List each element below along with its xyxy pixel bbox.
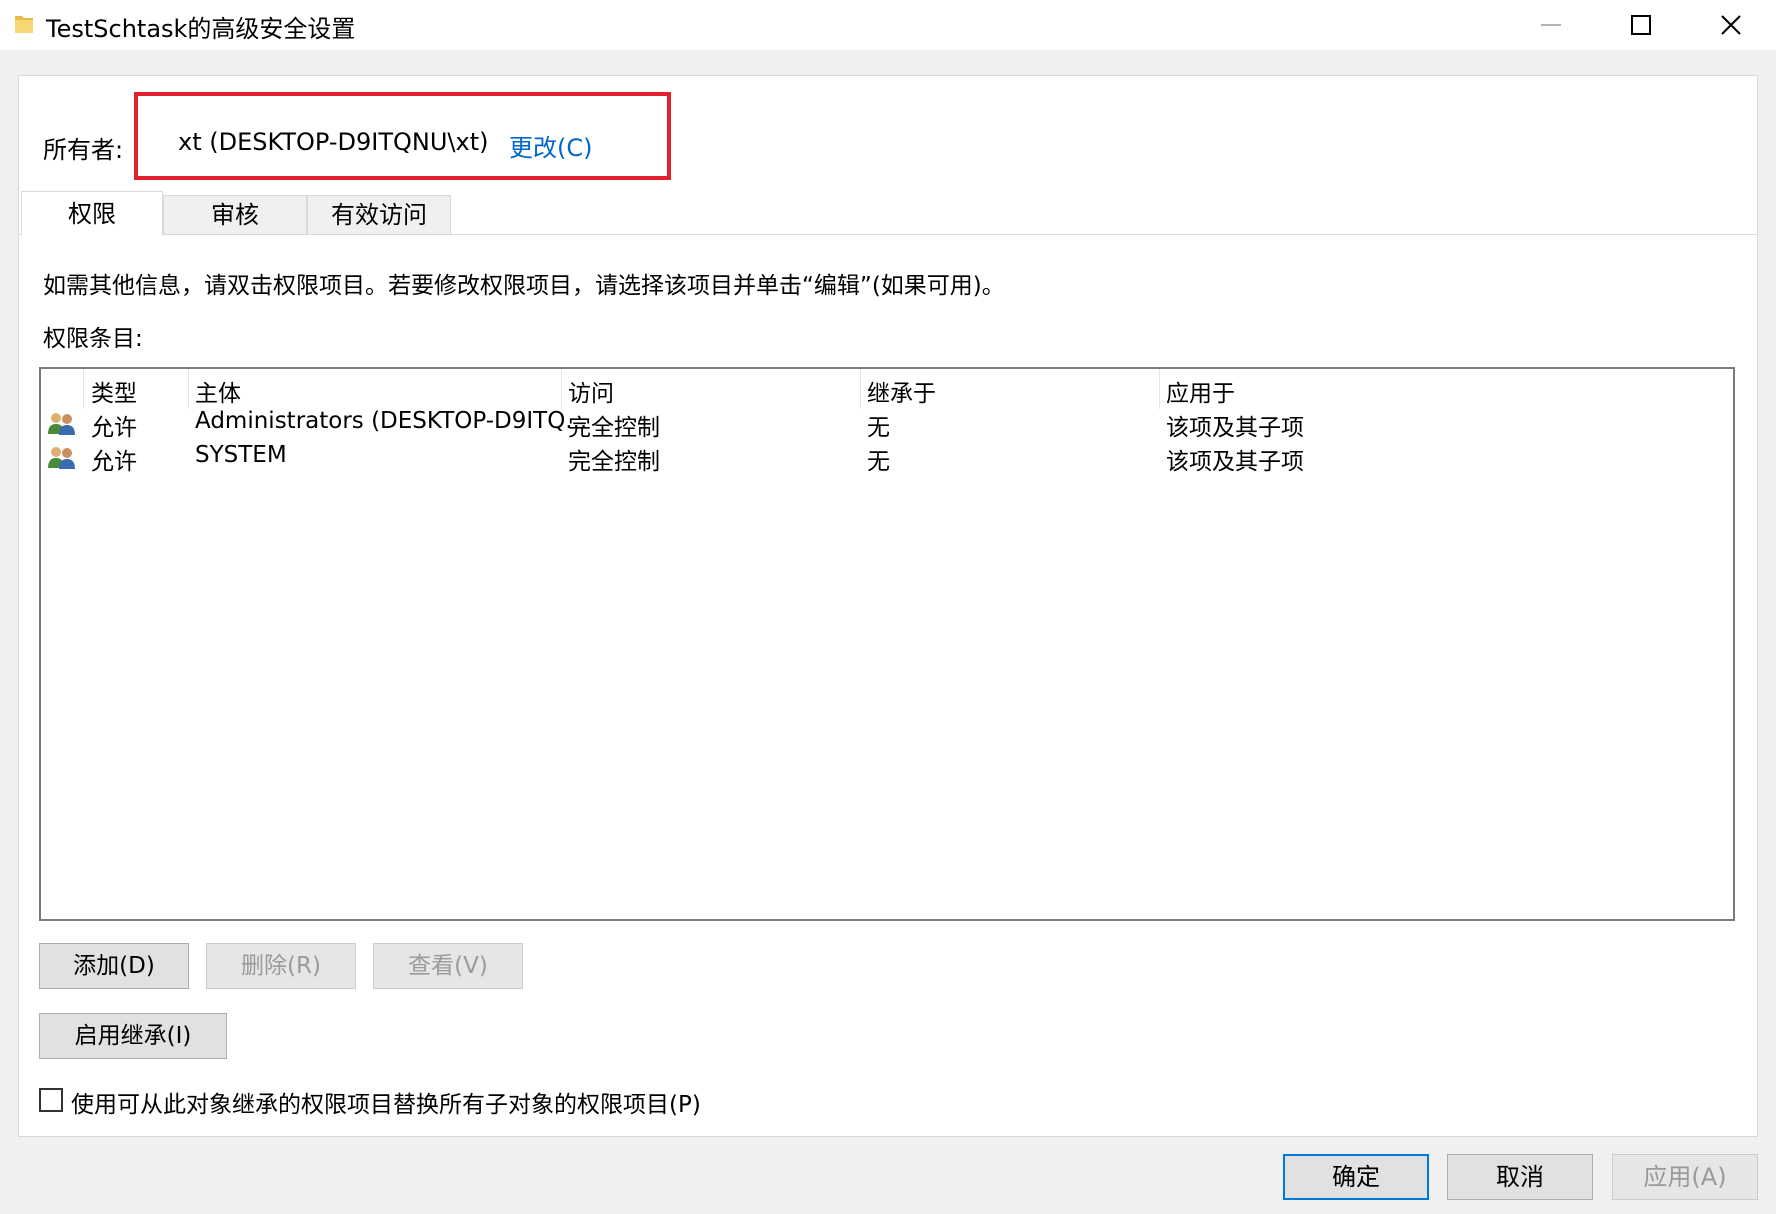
cell-applies-to: 该项及其子项 — [1166, 449, 1304, 475]
tab-auditing[interactable]: 审核 — [163, 195, 307, 235]
view-button[interactable]: 查看(V) — [373, 943, 523, 989]
folder-icon — [15, 16, 33, 33]
tab-strip: 权限 审核 有效访问 — [19, 191, 1757, 236]
owner-label: 所有者: — [43, 136, 124, 164]
ok-button[interactable]: 确定 — [1283, 1154, 1429, 1200]
column-separator — [860, 369, 861, 409]
permission-entries-label: 权限条目: — [43, 326, 143, 352]
tab-permissions[interactable]: 权限 — [21, 191, 163, 236]
remove-button[interactable]: 删除(R) — [206, 943, 356, 989]
close-icon — [1721, 15, 1741, 35]
add-button[interactable]: 添加(D) — [39, 943, 189, 989]
cell-principal: SYSTEM — [195, 442, 287, 468]
cell-principal: Administrators (DESKTOP-D9ITQ... — [195, 408, 588, 434]
replace-permissions-checkbox[interactable] — [39, 1088, 63, 1112]
column-separator — [83, 369, 84, 409]
cell-inherited-from: 无 — [867, 415, 890, 441]
cell-access: 完全控制 — [568, 449, 660, 475]
maximize-icon — [1631, 15, 1651, 35]
close-button[interactable] — [1686, 0, 1776, 50]
column-separator — [1159, 369, 1160, 409]
column-separator — [188, 369, 189, 409]
tab-effective-access[interactable]: 有效访问 — [307, 195, 451, 235]
cell-type: 允许 — [91, 415, 137, 441]
table-row[interactable]: 允许 Administrators (DESKTOP-D9ITQ... 完全控制… — [41, 406, 1733, 441]
column-header-inherited-from[interactable]: 继承于 — [867, 374, 936, 408]
minimize-button[interactable] — [1506, 0, 1596, 50]
column-header-type[interactable]: 类型 — [91, 374, 137, 408]
owner-highlight-box — [134, 92, 671, 180]
dialog-content: 所有者: xt (DESKTOP-D9ITQNU\xt) 更改(C) 权限 审核… — [18, 75, 1758, 1137]
cell-type: 允许 — [91, 449, 137, 475]
cell-inherited-from: 无 — [867, 449, 890, 475]
window-title: TestSchtask的高级安全设置 — [46, 15, 356, 43]
instructions-text: 如需其他信息，请双击权限项目。若要修改权限项目，请选择该项目并单击“编辑”(如果… — [43, 273, 1005, 299]
apply-button[interactable]: 应用(A) — [1612, 1154, 1758, 1200]
cell-applies-to: 该项及其子项 — [1166, 415, 1304, 441]
replace-permissions-label[interactable]: 使用可从此对象继承的权限项目替换所有子对象的权限项目(P) — [71, 1085, 701, 1119]
users-icon — [48, 413, 75, 435]
column-header-applies-to[interactable]: 应用于 — [1166, 374, 1235, 408]
minimize-icon — [1541, 24, 1561, 26]
column-header-principal[interactable]: 主体 — [195, 374, 241, 408]
permission-entries-list[interactable]: 类型 主体 访问 继承于 应用于 允许 Administrators (DESK… — [39, 367, 1735, 921]
column-separator — [561, 369, 562, 409]
title-bar: TestSchtask的高级安全设置 — [0, 0, 1776, 50]
enable-inheritance-button[interactable]: 启用继承(I) — [39, 1013, 227, 1059]
users-icon — [48, 447, 75, 469]
maximize-button[interactable] — [1596, 0, 1686, 50]
cancel-button[interactable]: 取消 — [1447, 1154, 1593, 1200]
list-header: 类型 主体 访问 继承于 应用于 — [41, 369, 1733, 409]
cell-access: 完全控制 — [568, 415, 660, 441]
table-row[interactable]: 允许 SYSTEM 完全控制 无 该项及其子项 — [41, 440, 1733, 475]
column-header-access[interactable]: 访问 — [568, 374, 614, 408]
